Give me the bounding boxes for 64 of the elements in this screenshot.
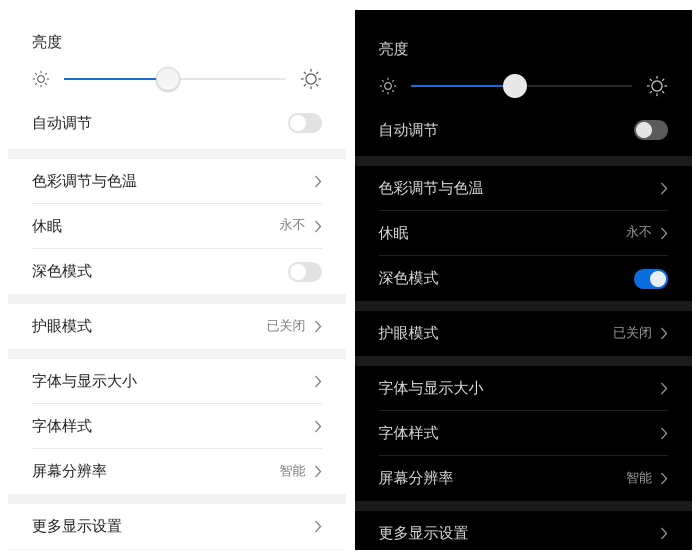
section-heading: 亮度: [32, 32, 62, 53]
chevron-icon: [314, 465, 322, 478]
chevron-icon: [314, 174, 322, 188]
setting-label: 深色模式: [32, 261, 92, 282]
slider-thumb[interactable]: [156, 67, 180, 91]
chevron-icon: [660, 382, 668, 394]
chevron-icon: [314, 520, 322, 533]
sun-icon: [378, 77, 396, 95]
setting-label: 自动调节: [378, 120, 438, 141]
toggle-switch[interactable]: [634, 120, 668, 140]
setting-label: 更多显示设置: [32, 516, 122, 538]
chevron-icon: [314, 320, 322, 333]
setting-value: 智能: [280, 462, 306, 481]
settings-row[interactable]: 更多显示设置: [32, 504, 322, 549]
settings-row[interactable]: 屏幕分辨率 智能: [378, 456, 668, 501]
settings-row[interactable]: 字体与显示大小: [378, 366, 668, 411]
setting-value: 已关闭: [266, 318, 306, 336]
setting-label: 更多显示设置: [378, 523, 468, 544]
chevron-icon: [660, 426, 668, 440]
section-heading: 亮度: [378, 38, 408, 60]
settings-row[interactable]: 色彩调节与色温: [378, 166, 668, 211]
setting-label: 自动调节: [32, 112, 92, 134]
sun-icon: [32, 70, 50, 88]
setting-label: 字体样式: [32, 416, 92, 437]
setting-label: 色彩调节与色温: [32, 170, 137, 192]
setting-label: 色彩调节与色温: [378, 178, 484, 199]
sun-icon: [646, 75, 668, 97]
toggle-switch[interactable]: [288, 113, 322, 133]
chevron-icon: [660, 327, 668, 340]
settings-row[interactable]: 休眠 永不: [378, 211, 668, 256]
chevron-icon: [314, 374, 322, 388]
settings-row[interactable]: 字体样式: [32, 404, 322, 449]
settings-row[interactable]: 更多显示设置: [378, 511, 668, 550]
chevron-icon: [660, 527, 668, 540]
setting-label: 休眠: [378, 222, 408, 244]
settings-row[interactable]: 字体样式: [378, 411, 668, 456]
setting-label: 屏幕分辨率: [378, 468, 454, 490]
settings-row[interactable]: 色彩调节与色温: [32, 159, 322, 204]
settings-row[interactable]: 休眠 永不: [32, 204, 322, 249]
setting-value: 智能: [626, 470, 652, 488]
sun-icon: [300, 68, 322, 90]
chevron-icon: [314, 220, 322, 232]
setting-value: 永不: [280, 217, 306, 236]
toggle-switch[interactable]: [634, 268, 668, 288]
setting-label: 护眼模式: [32, 316, 92, 338]
chevron-icon: [660, 182, 668, 194]
setting-label: 休眠: [32, 216, 62, 237]
setting-label: 字体样式: [378, 422, 438, 444]
setting-label: 深色模式: [378, 268, 438, 290]
setting-label: 字体与显示大小: [32, 370, 137, 392]
setting-label: 护眼模式: [378, 323, 438, 344]
setting-label: 字体与显示大小: [378, 378, 484, 399]
settings-row[interactable]: 屏幕分辨率 智能: [32, 449, 322, 494]
settings-row[interactable]: 护眼模式 已关闭: [32, 304, 322, 349]
chevron-icon: [660, 472, 668, 485]
setting-value: 已关闭: [613, 324, 652, 343]
chevron-icon: [660, 226, 668, 240]
chevron-icon: [314, 420, 322, 432]
settings-row[interactable]: 护眼模式 已关闭: [378, 311, 668, 356]
settings-row[interactable]: 字体与显示大小: [32, 359, 322, 404]
slider-thumb[interactable]: [502, 74, 527, 98]
setting-label: 屏幕分辨率: [32, 461, 107, 482]
setting-value: 永不: [626, 224, 652, 242]
toggle-switch[interactable]: [288, 262, 322, 282]
